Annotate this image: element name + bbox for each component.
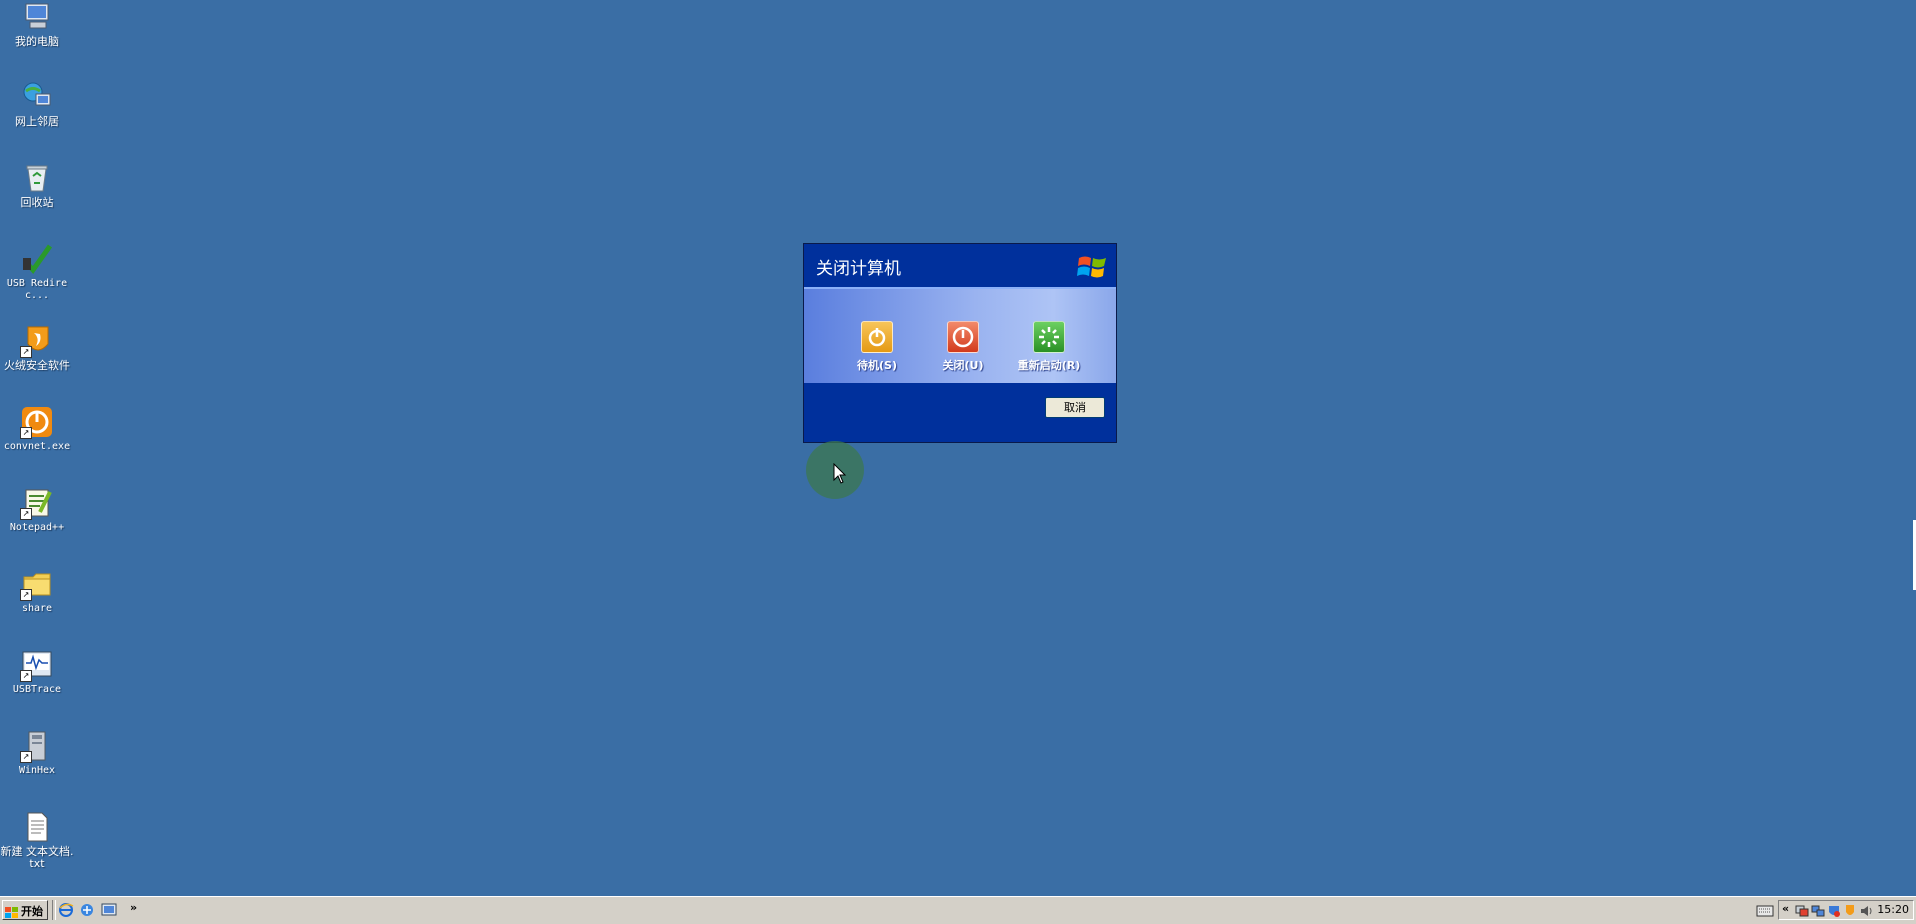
my-computer-icon (20, 0, 54, 34)
start-button[interactable]: 开始 (2, 900, 48, 920)
standby-button[interactable] (861, 321, 893, 353)
dialog-body: 待机(S) 关闭(U) 重新启动(R) (804, 287, 1116, 383)
desktop-icon-label: 新建 文本文档.txt (0, 845, 74, 870)
desktop-icon-new-text-file[interactable]: 新建 文本文档.txt (0, 810, 74, 870)
desktop-icon-usbtrace[interactable]: ↗ USBTrace (0, 648, 74, 696)
outlook-express-icon[interactable] (79, 902, 95, 918)
shortcut-arrow-icon: ↗ (20, 589, 32, 601)
internet-explorer-icon[interactable] (58, 902, 74, 918)
dialog-footer: 取消 (804, 383, 1116, 442)
show-desktop-icon[interactable] (101, 902, 117, 918)
recycle-bin-icon (20, 161, 54, 195)
mouse-pointer-icon (833, 462, 847, 485)
desktop: 我的电脑 网上邻居 回收站 USB Redirec... ↗ 火绒安全软件 ↗ … (0, 0, 1916, 896)
security-alert-icon[interactable] (1827, 903, 1841, 917)
shutdown-button[interactable] (947, 321, 979, 353)
desktop-icon-label: WinHex (18, 765, 56, 776)
text-file-icon (20, 810, 54, 844)
desktop-icon-label: 我的电脑 (15, 35, 59, 48)
desktop-icon-label: share (21, 603, 53, 614)
shortcut-arrow-icon: ↗ (20, 751, 32, 763)
desktop-icon-my-computer[interactable]: 我的电脑 (0, 0, 74, 48)
system-tray: « 15:20 (1778, 900, 1914, 920)
shutdown-label: 关闭(U) (942, 359, 984, 372)
usbtrace-icon: ↗ (20, 648, 54, 682)
shutdown-option[interactable]: 关闭(U) (923, 321, 1003, 373)
desktop-icon-label: USB Redirec... (6, 278, 68, 301)
desktop-icon-label: 火绒安全软件 (4, 359, 70, 372)
desktop-icon-recycle-bin[interactable]: 回收站 (0, 161, 74, 209)
desktop-icon-convnet[interactable]: ↗ convnet.exe (0, 405, 74, 453)
desktop-icon-network-places[interactable]: 网上邻居 (0, 80, 74, 128)
shutdown-dialog: 关闭计算机 待机(S) 关闭(U) 重新启动(R) 取消 (803, 243, 1117, 443)
dialog-title: 关闭计算机 (816, 259, 901, 279)
desktop-icon-label: 回收站 (20, 196, 54, 209)
desktop-icon-share[interactable]: ↗ share (0, 567, 74, 615)
taskbar: 开始 » « 15:20 (0, 896, 1916, 924)
standby-option[interactable]: 待机(S) (837, 321, 917, 373)
restart-option[interactable]: 重新启动(R) (1009, 321, 1089, 373)
start-label: 开始 (21, 905, 43, 918)
desktop-icon-notepadpp[interactable]: ↗ Notepad++ (0, 486, 74, 534)
desktop-icon-huorong[interactable]: ↗ 火绒安全软件 (0, 324, 74, 372)
quick-launch-separator (52, 900, 56, 920)
windows-logo-icon (1075, 250, 1109, 284)
convnet-icon: ↗ (20, 405, 54, 439)
quick-launch-chevron-icon[interactable]: » (130, 901, 137, 914)
shortcut-arrow-icon: ↗ (20, 346, 32, 358)
restart-label: 重新启动(R) (1017, 359, 1081, 372)
huorong-tray-icon[interactable] (1843, 903, 1857, 917)
network-places-icon (20, 80, 54, 114)
windows-logo-icon (5, 904, 19, 918)
desktop-icon-label: Notepad++ (9, 522, 65, 533)
standby-label: 待机(S) (857, 359, 897, 372)
cancel-button[interactable]: 取消 (1045, 397, 1105, 418)
desktop-icon-winhex[interactable]: ↗ WinHex (0, 729, 74, 777)
desktop-icon-label: USBTrace (12, 684, 62, 695)
tray-expand-chevron-icon[interactable]: « (1782, 902, 1789, 915)
desktop-icon-usb-redirector[interactable]: USB Redirec... (0, 242, 74, 302)
dialog-title-bar: 关闭计算机 (804, 244, 1116, 287)
notepadpp-icon: ↗ (20, 486, 54, 520)
folder-icon: ↗ (20, 567, 54, 601)
shortcut-arrow-icon: ↗ (20, 508, 32, 520)
network-connection-icon[interactable] (1811, 903, 1825, 917)
desktop-icon-label: 网上邻居 (15, 115, 59, 128)
desktop-icon-label: convnet.exe (3, 441, 71, 452)
network-status-icon[interactable] (1795, 903, 1809, 917)
shortcut-arrow-icon: ↗ (20, 670, 32, 682)
taskbar-clock[interactable]: 15:20 (1877, 903, 1909, 916)
huorong-security-icon: ↗ (20, 324, 54, 358)
winhex-icon: ↗ (20, 729, 54, 763)
restart-button[interactable] (1033, 321, 1065, 353)
shortcut-arrow-icon: ↗ (20, 427, 32, 439)
usb-redirector-icon (20, 242, 54, 276)
volume-icon[interactable] (1859, 903, 1873, 917)
keyboard-icon[interactable] (1756, 903, 1774, 917)
